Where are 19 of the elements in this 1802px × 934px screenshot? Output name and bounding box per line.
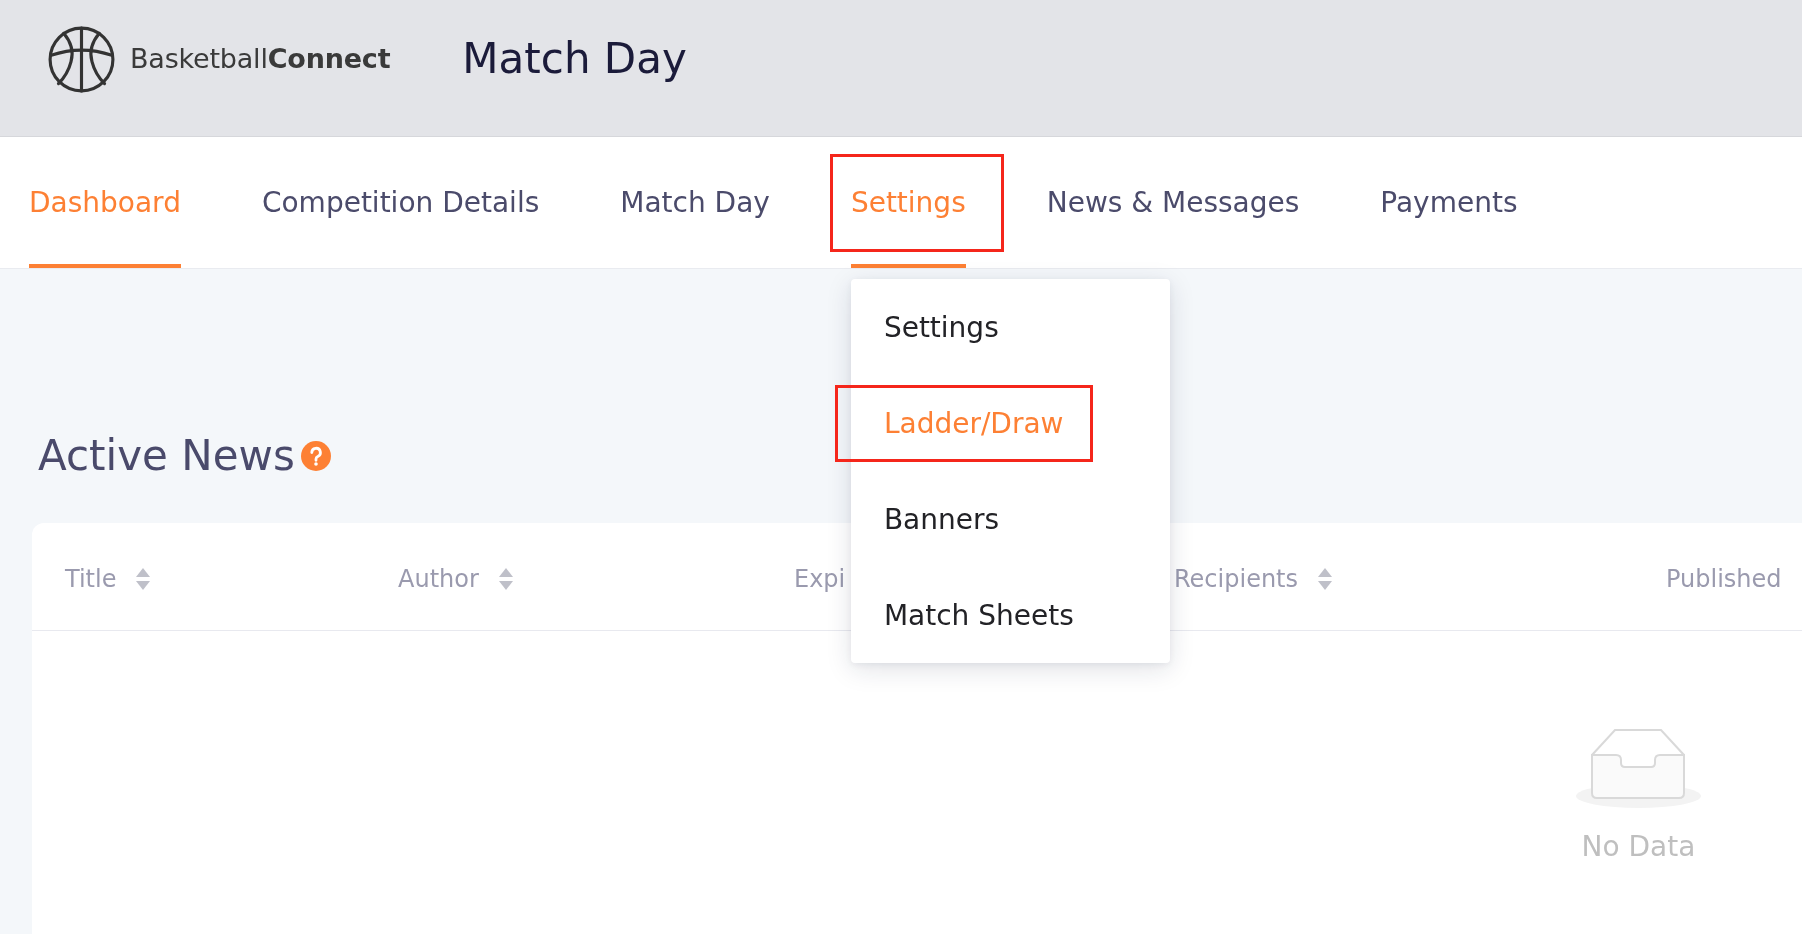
- nav-tab[interactable]: News & Messages: [1046, 137, 1300, 268]
- column-header: Published: [1666, 563, 1782, 594]
- basketball-icon: [48, 25, 115, 93]
- nav-tab[interactable]: Competition Details: [261, 137, 540, 268]
- help-icon[interactable]: [300, 441, 331, 471]
- nav-tab[interactable]: Payments: [1380, 137, 1518, 268]
- menu-item[interactable]: Settings: [883, 311, 999, 345]
- section-title: Active News: [38, 431, 295, 481]
- column-header: Expi: [794, 563, 846, 594]
- column-header: Author: [398, 563, 479, 594]
- page-title: Match Day: [462, 34, 687, 84]
- menu-item[interactable]: Banners: [883, 503, 1000, 537]
- nav-tab[interactable]: Match Day: [620, 137, 770, 268]
- empty-tray-icon: [1576, 729, 1701, 808]
- brand-name: BasketballConnect: [130, 43, 391, 75]
- menu-item[interactable]: Match Sheets: [883, 599, 1074, 633]
- column-header: Title: [65, 563, 117, 594]
- empty-text: No Data: [1581, 830, 1696, 864]
- column-header: Recipients: [1174, 563, 1299, 594]
